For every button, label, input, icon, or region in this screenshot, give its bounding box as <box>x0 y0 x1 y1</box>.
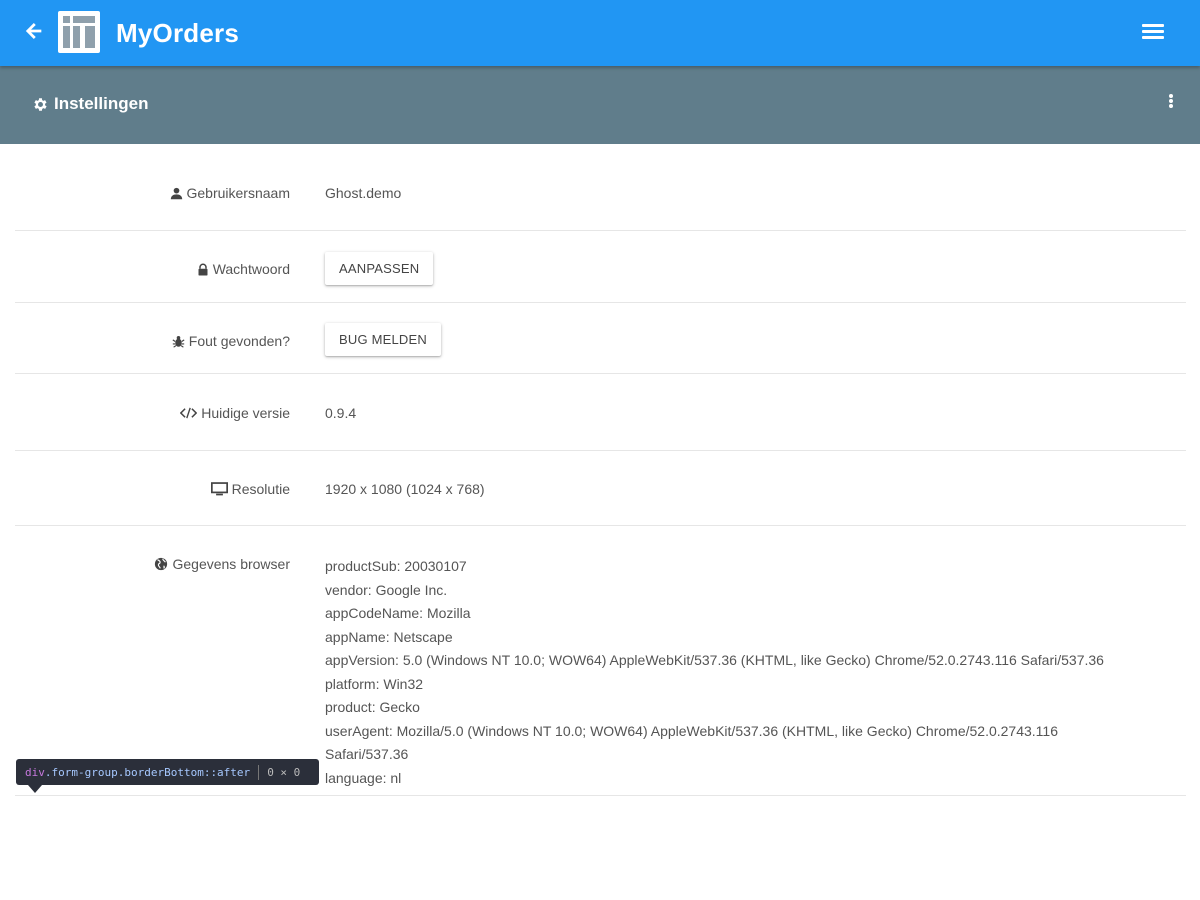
browser-data-line: language: nl <box>325 769 402 786</box>
change-password-button[interactable]: AANPASSEN <box>325 252 434 285</box>
username-label: Gebruikersnaam <box>170 185 290 201</box>
form-row-browser: Gegevens browser productSub: 20030107 ve… <box>15 526 1186 796</box>
browser-label: Gegevens browser <box>154 556 290 572</box>
tooltip-selector: .form-group.borderBottom::after <box>44 765 251 779</box>
kebab-menu-icon[interactable] <box>1164 92 1178 110</box>
hamburger-menu-icon[interactable] <box>1142 22 1166 42</box>
settings-form: Gebruikersnaam Ghost.demo Wachtwoord AAN… <box>15 155 1186 796</box>
browser-data-line: appCodeName: Mozilla <box>325 605 471 621</box>
browser-data-list: productSub: 20030107 vendor: Google Inc.… <box>325 555 1104 790</box>
browser-data-line: appVersion: 5.0 (Windows NT 10.0; WOW64)… <box>325 652 1104 668</box>
back-button[interactable] <box>20 17 48 45</box>
form-row-password: Wachtwoord AANPASSEN <box>15 231 1186 303</box>
monitor-icon <box>210 482 228 496</box>
tooltip-divider <box>258 764 260 780</box>
tooltip-tag: div <box>25 765 45 779</box>
page-header: Instellingen <box>0 66 1200 144</box>
username-value: Ghost.demo <box>325 185 402 201</box>
tooltip-size: 0 × 0 <box>267 765 301 779</box>
password-label: Wachtwoord <box>197 261 290 277</box>
globe-icon <box>154 557 168 571</box>
browser-data-line: Safari/537.36 <box>325 746 409 762</box>
arrow-left-icon <box>25 23 42 39</box>
version-label: Huidige versie <box>180 405 290 421</box>
gear-icon <box>32 96 49 113</box>
devtools-tooltip: div .form-group.borderBottom::after 0 × 0 <box>16 759 319 785</box>
code-icon <box>180 407 198 419</box>
browser-data-line: userAgent: Mozilla/5.0 (Windows NT 10.0;… <box>325 722 1058 739</box>
browser-data-line: platform: Win32 <box>325 675 424 692</box>
app-title: MyOrders <box>116 18 239 48</box>
form-row-username: Gebruikersnaam Ghost.demo <box>15 155 1186 231</box>
form-row-version: Huidige versie 0.9.4 <box>15 374 1186 451</box>
page-title-text: Instellingen <box>54 94 149 113</box>
version-value: 0.9.4 <box>325 405 357 421</box>
form-row-bug: Fout gevonden? BUG MELDEN <box>15 303 1186 374</box>
bug-label: Fout gevonden? <box>172 333 290 349</box>
app-logo <box>58 11 100 53</box>
form-row-resolution: Resolutie 1920 x 1080 (1024 x 768) <box>15 451 1186 526</box>
tooltip-arrow <box>28 785 42 793</box>
lock-icon <box>197 263 209 276</box>
report-bug-button[interactable]: BUG MELDEN <box>325 323 441 356</box>
page-title: Instellingen <box>32 94 148 114</box>
resolution-value: 1920 x 1080 (1024 x 768) <box>325 481 485 497</box>
bug-icon <box>172 335 185 348</box>
user-icon <box>170 187 183 200</box>
browser-data-line: appName: Netscape <box>325 628 453 645</box>
browser-data-line: productSub: 20030107 <box>325 558 467 574</box>
app-bar: MyOrders <box>0 0 1200 66</box>
browser-data-line: product: Gecko <box>325 699 420 715</box>
resolution-label: Resolutie <box>210 481 290 497</box>
browser-data-line: vendor: Google Inc. <box>325 581 448 598</box>
